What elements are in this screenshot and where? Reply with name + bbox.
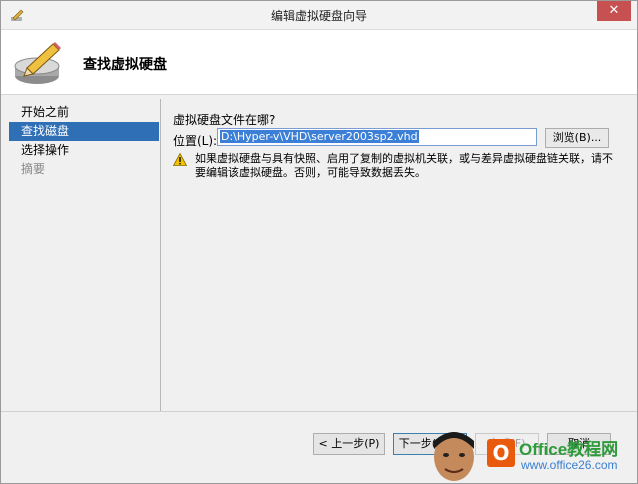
cancel-button[interactable]: 取消 bbox=[547, 433, 611, 455]
location-label: 位置(L): bbox=[173, 134, 218, 148]
wizard-steps-nav: 开始之前 查找磁盘 选择操作 摘要 bbox=[9, 103, 159, 179]
window-title: 编辑虚拟硬盘向导 bbox=[270, 9, 367, 23]
page-title: 查找虚拟硬盘 bbox=[83, 57, 167, 73]
location-question: 虚拟硬盘文件在哪? bbox=[173, 113, 276, 127]
title-bar[interactable]: 编辑虚拟硬盘向导 ✕ bbox=[1, 1, 637, 30]
nav-item-summary: 摘要 bbox=[21, 162, 46, 176]
nav-item-before-you-begin[interactable]: 开始之前 bbox=[9, 103, 159, 122]
close-button[interactable]: ✕ bbox=[597, 1, 631, 21]
wizard-content: 开始之前 查找磁盘 选择操作 摘要 虚拟硬盘文件在哪? 位置(L): D:\Hy… bbox=[1, 95, 637, 483]
wizard-header: 查找虚拟硬盘 bbox=[1, 30, 637, 95]
nav-divider bbox=[160, 99, 161, 411]
wizard-footer: < 上一步(P) 下一步(N) > 完成(F) 取消 bbox=[1, 412, 637, 483]
disk-pencil-icon bbox=[14, 42, 61, 84]
nav-item-choose-action[interactable]: 选择操作 bbox=[9, 141, 159, 160]
wizard-window: 编辑虚拟硬盘向导 ✕ 查找虚拟硬盘 开始之前 查找磁盘 选择操作 摘要 虚拟硬盘… bbox=[0, 0, 638, 484]
warning-text: 如果虚拟硬盘与具有快照、启用了复制的虚拟机关联，或与差异虚拟硬盘链关联，请不要编… bbox=[195, 152, 613, 179]
warning-icon bbox=[173, 153, 187, 166]
previous-button[interactable]: < 上一步(P) bbox=[313, 433, 385, 455]
nav-item-locate-disk[interactable]: 查找磁盘 bbox=[9, 122, 159, 141]
browse-button[interactable]: 浏览(B)... bbox=[545, 128, 609, 148]
location-input[interactable]: D:\Hyper-v\VHD\server2003sp2.vhd bbox=[217, 128, 537, 146]
finish-button: 完成(F) bbox=[475, 433, 539, 455]
location-value: D:\Hyper-v\VHD\server2003sp2.vhd bbox=[220, 130, 419, 143]
next-button[interactable]: 下一步(N) > bbox=[393, 433, 467, 455]
